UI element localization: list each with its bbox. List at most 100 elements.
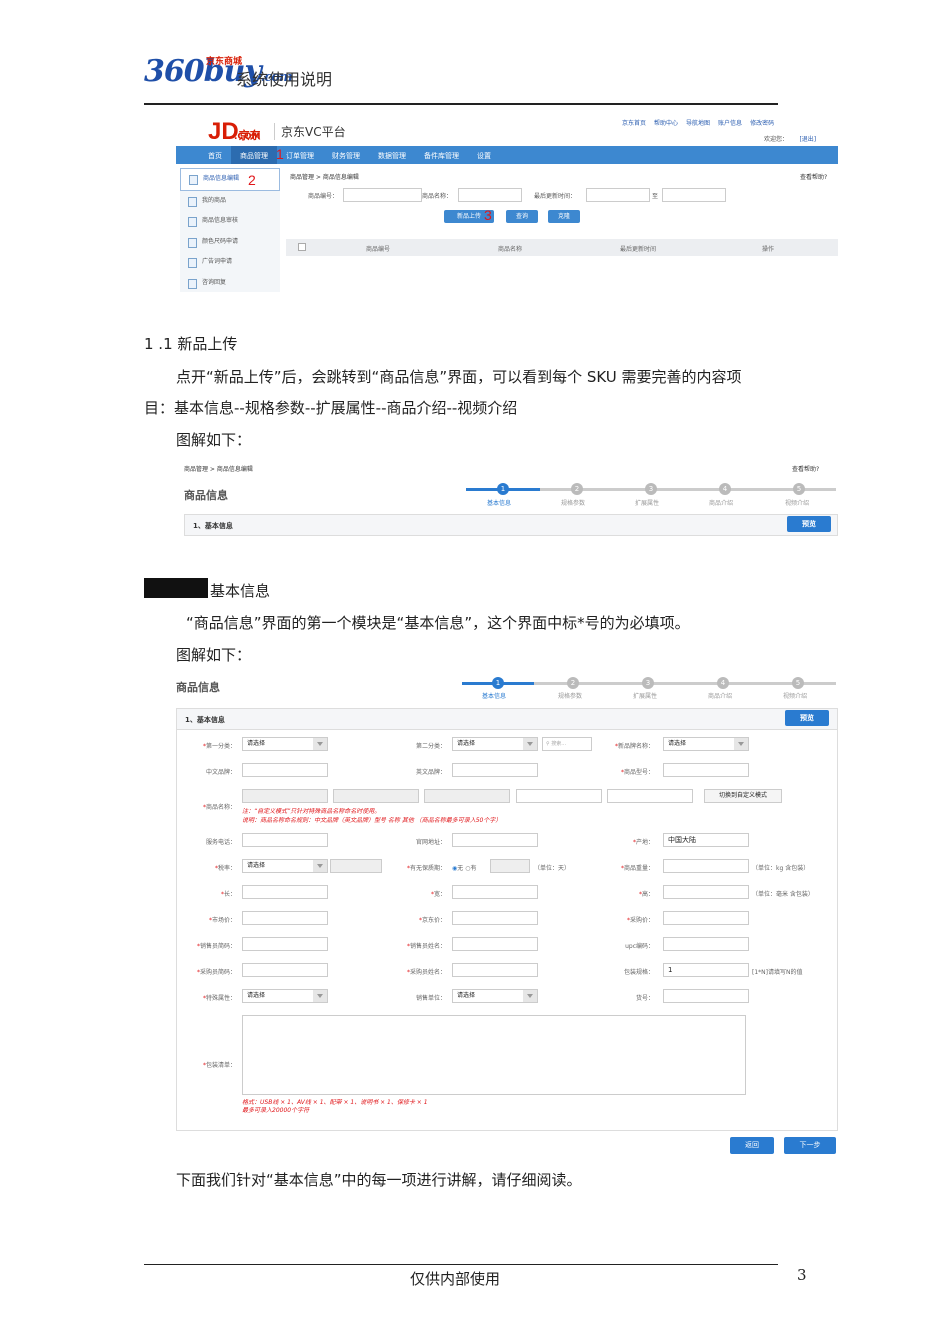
tax-select[interactable]: 请选择: [242, 859, 328, 873]
name-part-2[interactable]: [333, 789, 419, 803]
tax-input[interactable]: [330, 859, 382, 873]
sidebar-item-my-products[interactable]: 我的商品: [180, 191, 280, 212]
code-label: 商品编号：: [308, 193, 339, 200]
platform-name: 京东VC平台: [274, 123, 346, 140]
buyer-code-input[interactable]: [242, 963, 328, 977]
form-title: 商品信息: [176, 681, 220, 694]
top-link[interactable]: 导航地图: [686, 118, 710, 127]
en-brand-input[interactable]: [452, 763, 538, 777]
sales-name-input[interactable]: [452, 937, 538, 951]
height-input[interactable]: [663, 885, 749, 899]
nav-home[interactable]: 首页: [176, 146, 231, 164]
sale-unit-select[interactable]: 请选择: [452, 989, 538, 1003]
paragraph-1-line-2: 目：基本信息--规格参数--扩展属性--商品介绍--视频介绍: [144, 399, 518, 417]
width-input[interactable]: [452, 885, 538, 899]
nav-settings[interactable]: 设置: [468, 146, 500, 164]
jd-price-input[interactable]: [452, 911, 538, 925]
sidebar: 商品信息编辑 我的商品 商品信息审核 颜色尺码申请 广告词申请 咨询回复: [180, 168, 280, 292]
nav-finance[interactable]: 财务管理: [323, 146, 369, 164]
basic-info-form-screenshot: 商品信息 1 2 3 4 5 基本信息 规格参数 扩展属性 商品介绍 视频介绍 …: [176, 672, 840, 1160]
jd-logo-com: .COM: [234, 132, 261, 142]
col-code: 商品编号: [366, 246, 391, 253]
shelf-unit: （单位：天）: [534, 865, 571, 872]
website-input[interactable]: [452, 833, 538, 847]
switch-custom-button[interactable]: 切换到自定义模式: [704, 789, 782, 803]
code-input[interactable]: [343, 188, 422, 202]
name-part-5[interactable]: [607, 789, 693, 803]
top-link[interactable]: 修改密码: [750, 118, 774, 127]
purchase-price-input[interactable]: [663, 911, 749, 925]
date-to-input[interactable]: [662, 188, 726, 202]
sidebar-item-consult[interactable]: 咨询回复: [180, 273, 280, 294]
step-2-label[interactable]: 规格参数: [561, 498, 585, 507]
step-3-dot: 3: [645, 483, 657, 495]
back-button[interactable]: 返回: [730, 1137, 774, 1154]
form-step-3-label[interactable]: 扩展属性: [633, 691, 657, 700]
breadcrumb: 商品管理 > 商品信息编辑: [290, 174, 359, 181]
cat2-select[interactable]: 请选择: [452, 737, 538, 751]
cat2-search-input[interactable]: ⚲ 搜索...: [542, 737, 592, 751]
sidebar-item-ad[interactable]: 广告词申请: [180, 252, 280, 273]
name-part-4[interactable]: [516, 789, 602, 803]
marker-2: 2: [248, 172, 256, 188]
logout-link[interactable]: [退出]: [799, 136, 816, 143]
top-link[interactable]: 账户信息: [718, 118, 742, 127]
sidebar-item-edit[interactable]: 商品信息编辑: [180, 168, 280, 191]
jd-price-label: *京东价：: [418, 917, 446, 924]
step-4-label[interactable]: 商品介绍: [709, 498, 733, 507]
origin-input[interactable]: 中国大陆: [663, 833, 749, 847]
name-part-3[interactable]: [424, 789, 510, 803]
form-step-2-label[interactable]: 规格参数: [558, 691, 582, 700]
help-link-2[interactable]: 查看帮助?: [792, 464, 819, 473]
step-1-label[interactable]: 基本信息: [487, 498, 511, 507]
sidebar-item-color-size[interactable]: 颜色尺码申请: [180, 232, 280, 253]
pack-list-textarea[interactable]: [242, 1015, 746, 1095]
preview-button[interactable]: 预览: [787, 516, 831, 532]
nav-spare[interactable]: 备件库管理: [415, 146, 468, 164]
weight-input[interactable]: [663, 859, 749, 873]
select-all-checkbox[interactable]: [298, 243, 306, 251]
step-5-label[interactable]: 视频介绍: [785, 498, 809, 507]
cat1-select[interactable]: 请选择: [242, 737, 328, 751]
name-input[interactable]: [458, 188, 522, 202]
market-price-input[interactable]: [242, 911, 328, 925]
service-tel-input[interactable]: [242, 833, 328, 847]
model-input[interactable]: [663, 763, 749, 777]
top-link[interactable]: 帮助中心: [654, 118, 678, 127]
date-from-input[interactable]: [586, 188, 650, 202]
item-no-input[interactable]: [663, 989, 749, 1003]
figure-label-2: 图解如下：: [176, 646, 252, 664]
form-step-2-dot: 2: [567, 677, 579, 689]
buyer-name-label: *采购员姓名：: [406, 969, 446, 976]
buyer-name-input[interactable]: [452, 963, 538, 977]
sidebar-item-review[interactable]: 商品信息审核: [180, 211, 280, 232]
form-step-5-label[interactable]: 视频介绍: [783, 691, 807, 700]
pack-spec-hint: [1*N]请填写N的值: [752, 969, 803, 976]
sales-code-input[interactable]: [242, 937, 328, 951]
height-label: *高：: [638, 891, 654, 898]
form-preview-button[interactable]: 预览: [785, 710, 829, 726]
help-link[interactable]: 查看帮助?: [800, 172, 827, 181]
special-select[interactable]: 请选择: [242, 989, 328, 1003]
clone-button[interactable]: 克隆: [548, 210, 580, 223]
brand-select[interactable]: 请选择: [663, 737, 749, 751]
form-step-4-dot: 4: [717, 677, 729, 689]
nav-data[interactable]: 数据管理: [369, 146, 415, 164]
nav-product[interactable]: 商品管理: [231, 146, 277, 164]
cn-brand-input[interactable]: [242, 763, 328, 777]
pack-spec-label: 包装规格：: [623, 969, 654, 976]
form-step-5-dot: 5: [792, 677, 804, 689]
footer-rule: [144, 1264, 778, 1265]
query-button[interactable]: 查询: [506, 210, 538, 223]
length-input[interactable]: [242, 885, 328, 899]
shelf-days-input[interactable]: [490, 859, 530, 873]
next-step-button[interactable]: 下一步: [784, 1137, 836, 1154]
upc-input[interactable]: [663, 937, 749, 951]
step-3-label[interactable]: 扩展属性: [635, 498, 659, 507]
form-step-1-label[interactable]: 基本信息: [482, 691, 506, 700]
form-step-4-label[interactable]: 商品介绍: [708, 691, 732, 700]
pack-spec-input[interactable]: 1: [663, 963, 749, 977]
shelf-radio-group[interactable]: ◉无 ○有: [452, 863, 476, 872]
top-link[interactable]: 京东首页: [622, 118, 646, 127]
name-part-1[interactable]: [242, 789, 328, 803]
